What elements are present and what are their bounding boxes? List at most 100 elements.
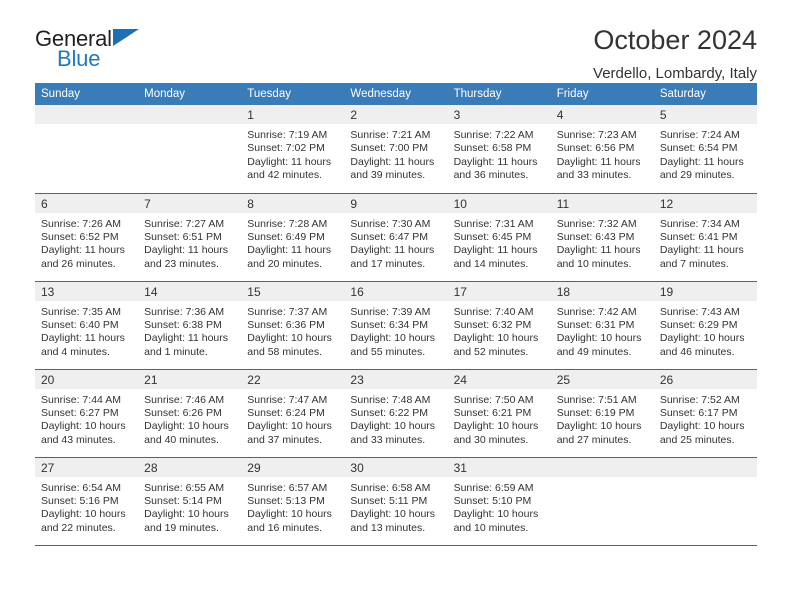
calendar-day-cell[interactable]: 13 Sunrise: 7:35 AM Sunset: 6:40 PM Dayligh… <box>35 280 139 369</box>
sunrise-text: Sunrise: 7:30 AM <box>350 217 431 230</box>
daylight-text-line1: Daylight: 11 hours <box>556 244 641 257</box>
daylight-text-line2: and 40 minutes. <box>144 433 219 446</box>
daylight-text-line2: and 20 minutes. <box>247 257 322 270</box>
calendar-day-cell[interactable]: 16 Sunrise: 7:39 AM Sunset: 6:34 PM Dayligh… <box>344 280 448 369</box>
calendar-day-cell[interactable]: 4 Sunrise: 7:23 AM Sunset: 6:56 PM Daylight… <box>550 105 654 193</box>
calendar-day-cell[interactable]: 7 Sunrise: 7:27 AM Sunset: 6:51 PM Daylight… <box>138 192 242 281</box>
calendar-day-cell[interactable]: 12 Sunrise: 7:34 AM Sunset: 6:41 PM Dayligh… <box>653 192 757 281</box>
daylight-text-line1: Daylight: 11 hours <box>556 155 641 168</box>
sunrise-sunset-calendar: Sunday Monday Tuesday Wednesday Thursday… <box>35 83 757 545</box>
sunset-text: Sunset: 6:47 PM <box>350 230 429 243</box>
day-number: 14 <box>138 281 242 301</box>
day-number <box>550 457 654 477</box>
day-details: Sunrise: 7:43 AM Sunset: 6:29 PM Daylight:… <box>654 301 757 360</box>
calendar-day-cell[interactable]: 2 Sunrise: 7:21 AM Sunset: 7:00 PM Daylight… <box>344 105 448 193</box>
calendar-day-cell[interactable]: 22 Sunrise: 7:47 AM Sunset: 6:24 PM Dayligh… <box>241 368 345 457</box>
sunrise-text: Sunrise: 7:24 AM <box>659 129 740 141</box>
day-details: Sunrise: 7:21 AM Sunset: 7:00 PM Daylight:… <box>344 124 447 183</box>
daylight-text-line1: Daylight: 10 hours <box>144 420 229 433</box>
calendar-day-cell[interactable]: 19 Sunrise: 7:43 AM Sunset: 6:29 PM Dayligh… <box>653 280 757 369</box>
calendar-day-cell[interactable]: 14 Sunrise: 7:36 AM Sunset: 6:38 PM Dayligh… <box>138 280 242 369</box>
day-details: Sunrise: 7:47 AM Sunset: 6:24 PM Daylight:… <box>241 389 344 448</box>
calendar-day-cell[interactable]: 25 Sunrise: 7:51 AM Sunset: 6:19 PM Dayligh… <box>550 368 654 457</box>
calendar-day-cell[interactable]: 11 Sunrise: 7:32 AM Sunset: 6:43 PM Dayligh… <box>550 192 654 281</box>
sunrise-text: Sunrise: 7:40 AM <box>453 305 534 318</box>
calendar-day-cell[interactable]: 31 Sunrise: 6:59 AM Sunset: 5:10 PM Dayligh… <box>447 456 551 545</box>
calendar-body: 1 Sunrise: 7:19 AM Sunset: 7:02 PM Daylight… <box>35 105 757 545</box>
day-number <box>35 105 139 124</box>
daylight-text-line1: Daylight: 11 hours <box>453 155 538 168</box>
daylight-text-line2: and 14 minutes. <box>453 257 529 270</box>
calendar-day-cell[interactable]: 8 Sunrise: 7:28 AM Sunset: 6:49 PM Daylight… <box>241 192 345 281</box>
calendar-day-cell[interactable]: 20 Sunrise: 7:44 AM Sunset: 6:27 PM Dayligh… <box>35 368 139 457</box>
sunrise-text: Sunrise: 7:35 AM <box>41 305 121 318</box>
day-details: Sunrise: 7:26 AM Sunset: 6:52 PM Daylight:… <box>35 213 138 272</box>
calendar-day-cell[interactable]: 9 Sunrise: 7:30 AM Sunset: 6:47 PM Daylight… <box>344 192 448 281</box>
sunset-text: Sunset: 6:58 PM <box>453 142 532 155</box>
daylight-text-line1: Daylight: 10 hours <box>350 332 436 345</box>
sunset-text: Sunset: 5:11 PM <box>350 494 428 507</box>
daylight-text-line2: and 4 minutes. <box>41 345 110 358</box>
daylight-text-line1: Daylight: 11 hours <box>453 244 538 257</box>
daylight-text-line1: Daylight: 11 hours <box>144 244 228 257</box>
calendar-day-cell[interactable]: 6 Sunrise: 7:26 AM Sunset: 6:52 PM Daylight… <box>35 192 139 281</box>
sunrise-text: Sunrise: 6:55 AM <box>144 481 225 494</box>
page-header: General Blue October 2024 Verdello, Lomb… <box>35 0 757 81</box>
day-details: Sunrise: 7:24 AM Sunset: 6:54 PM Daylight:… <box>654 124 757 183</box>
daylight-text-line1: Daylight: 10 hours <box>659 420 745 433</box>
calendar-day-cell[interactable]: 17 Sunrise: 7:40 AM Sunset: 6:32 PM Dayligh… <box>447 280 551 369</box>
daylight-text-line1: Daylight: 10 hours <box>41 508 126 521</box>
triangle-icon <box>113 29 139 46</box>
day-details: Sunrise: 7:39 AM Sunset: 6:34 PM Daylight:… <box>344 301 447 360</box>
sunset-text: Sunset: 6:22 PM <box>350 406 429 419</box>
calendar-day-cell[interactable]: 18 Sunrise: 7:42 AM Sunset: 6:31 PM Dayligh… <box>550 280 654 369</box>
calendar-day-cell[interactable]: 27 Sunrise: 6:54 AM Sunset: 5:16 PM Dayligh… <box>35 456 139 545</box>
day-number <box>653 457 757 477</box>
sunset-text: Sunset: 6:27 PM <box>41 406 119 419</box>
calendar-day-cell[interactable]: 23 Sunrise: 7:48 AM Sunset: 6:22 PM Dayligh… <box>344 368 448 457</box>
weekday-header-tuesday: Tuesday <box>241 83 345 105</box>
sunrise-text: Sunrise: 7:37 AM <box>247 305 328 318</box>
day-details: Sunrise: 7:51 AM Sunset: 6:19 PM Daylight:… <box>551 389 654 448</box>
calendar-day-cell[interactable]: 24 Sunrise: 7:50 AM Sunset: 6:21 PM Dayligh… <box>447 368 551 457</box>
day-details: Sunrise: 6:55 AM Sunset: 5:14 PM Daylight:… <box>138 477 241 536</box>
day-number: 16 <box>344 281 448 301</box>
calendar-day-cell[interactable]: 5 Sunrise: 7:24 AM Sunset: 6:54 PM Daylight… <box>653 105 757 193</box>
calendar-day-cell[interactable]: 1 Sunrise: 7:19 AM Sunset: 7:02 PM Daylight… <box>241 105 345 193</box>
calendar-day-cell[interactable]: 29 Sunrise: 6:57 AM Sunset: 5:13 PM Dayligh… <box>241 456 345 545</box>
daylight-text-line1: Daylight: 10 hours <box>144 508 229 521</box>
day-number: 17 <box>447 281 551 301</box>
day-number: 30 <box>344 457 448 477</box>
daylight-text-line1: Daylight: 10 hours <box>350 420 436 433</box>
sunrise-text: Sunrise: 7:52 AM <box>659 393 740 406</box>
calendar-day-cell[interactable]: 28 Sunrise: 6:55 AM Sunset: 5:14 PM Dayligh… <box>138 456 242 545</box>
day-number: 24 <box>447 369 551 389</box>
daylight-text-line2: and 19 minutes. <box>144 521 219 534</box>
calendar-day-cell[interactable]: 3 Sunrise: 7:22 AM Sunset: 6:58 PM Daylight… <box>447 105 551 193</box>
sunrise-text: Sunrise: 7:48 AM <box>350 393 431 406</box>
daylight-text-line2: and 13 minutes. <box>350 521 426 534</box>
daylight-text-line1: Daylight: 10 hours <box>453 508 539 521</box>
daylight-text-line2: and 37 minutes. <box>247 433 322 446</box>
weekday-header-monday: Monday <box>138 83 242 105</box>
calendar-day-cell[interactable]: 10 Sunrise: 7:31 AM Sunset: 6:45 PM Dayligh… <box>447 192 551 281</box>
calendar-week-row: 6 Sunrise: 7:26 AM Sunset: 6:52 PM Daylight… <box>35 192 757 281</box>
sunset-text: Sunset: 5:13 PM <box>247 494 325 507</box>
day-number: 7 <box>138 193 242 213</box>
calendar-day-cell[interactable]: 30 Sunrise: 6:58 AM Sunset: 5:11 PM Dayligh… <box>344 456 448 545</box>
day-number: 12 <box>653 193 757 213</box>
daylight-text-line2: and 1 minute. <box>144 345 208 358</box>
day-details: Sunrise: 6:54 AM Sunset: 5:16 PM Daylight:… <box>35 477 138 536</box>
day-details: Sunrise: 7:35 AM Sunset: 6:40 PM Daylight:… <box>35 301 138 360</box>
daylight-text-line2: and 43 minutes. <box>41 433 116 446</box>
calendar-day-cell[interactable]: 21 Sunrise: 7:46 AM Sunset: 6:26 PM Dayligh… <box>138 368 242 457</box>
page-title: October 2024 <box>593 25 757 55</box>
daylight-text-line2: and 52 minutes. <box>453 345 529 358</box>
day-number: 11 <box>550 193 654 213</box>
sunrise-text: Sunrise: 7:44 AM <box>41 393 121 406</box>
daylight-text-line2: and 39 minutes. <box>350 169 426 182</box>
daylight-text-line2: and 49 minutes. <box>556 345 632 358</box>
calendar-day-cell[interactable]: 26 Sunrise: 7:52 AM Sunset: 6:17 PM Dayligh… <box>653 368 757 457</box>
day-number: 19 <box>653 281 757 301</box>
calendar-day-cell[interactable]: 15 Sunrise: 7:37 AM Sunset: 6:36 PM Dayligh… <box>241 280 345 369</box>
